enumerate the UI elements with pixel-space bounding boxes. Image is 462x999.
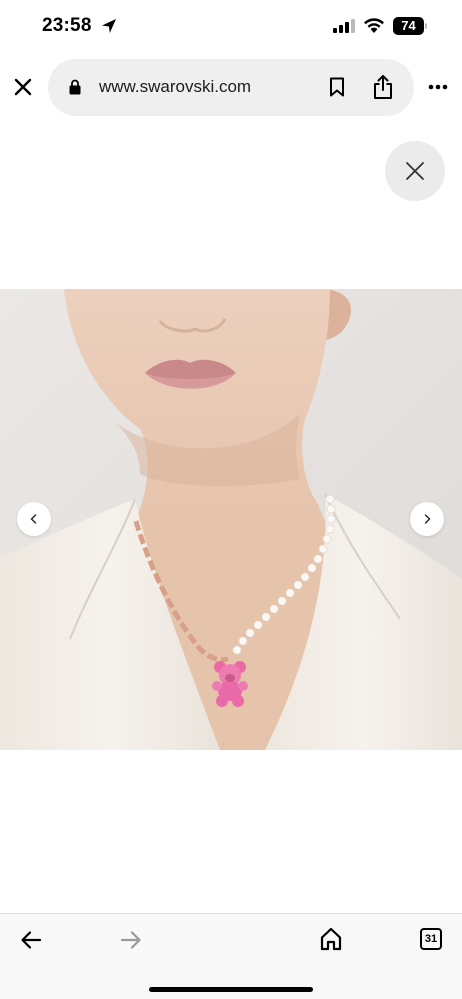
tabs-button[interactable]: 31 xyxy=(420,928,442,950)
share-icon[interactable] xyxy=(373,75,393,99)
cellular-signal-icon xyxy=(333,19,355,33)
arrow-left-icon[interactable] xyxy=(20,930,42,950)
lock-icon xyxy=(69,79,81,95)
next-image-button[interactable] xyxy=(410,502,444,536)
chevron-left-icon xyxy=(30,514,37,524)
status-bar: 23:58 74 xyxy=(0,0,462,54)
battery-cap xyxy=(425,23,427,29)
chevron-right-icon xyxy=(424,514,431,524)
close-icon[interactable] xyxy=(13,77,33,97)
product-image[interactable] xyxy=(0,289,462,750)
location-arrow-icon xyxy=(102,19,116,33)
bookmark-icon[interactable] xyxy=(329,77,345,97)
previous-image-button[interactable] xyxy=(17,502,51,536)
product-photo xyxy=(0,289,462,750)
bottom-toolbar: 31 xyxy=(0,913,462,999)
pendant xyxy=(212,661,248,707)
url-text[interactable]: www.swarovski.com xyxy=(99,77,251,97)
arrow-right-icon[interactable] xyxy=(120,930,142,950)
overlay-close-button[interactable] xyxy=(385,141,445,201)
home-icon[interactable] xyxy=(320,927,342,951)
battery-indicator: 74 xyxy=(393,17,427,35)
more-icon[interactable] xyxy=(428,84,448,90)
status-time: 23:58 xyxy=(42,15,92,36)
address-bar[interactable]: www.swarovski.com xyxy=(48,59,414,116)
home-indicator xyxy=(149,987,313,992)
close-icon xyxy=(406,162,424,180)
battery-level: 74 xyxy=(393,17,424,35)
wifi-icon xyxy=(364,18,384,33)
